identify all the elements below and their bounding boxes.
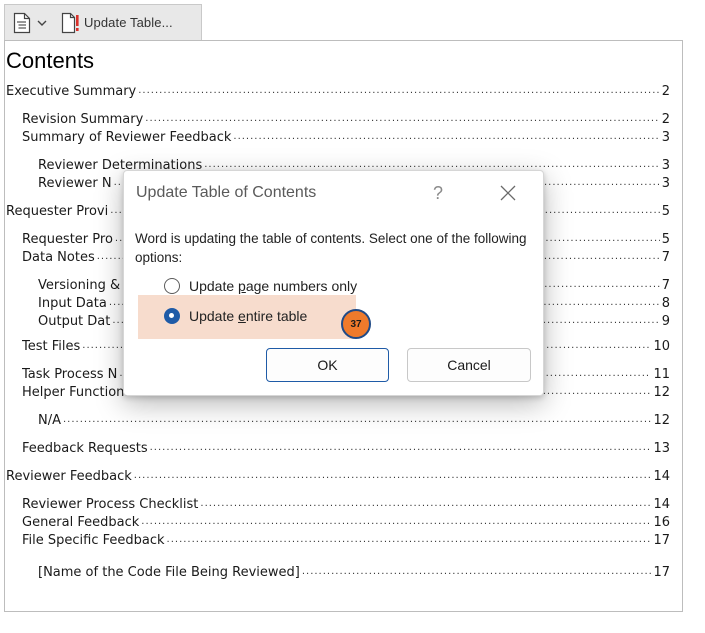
- toc-entry-text: [Name of the Code File Being Reviewed]: [38, 565, 300, 580]
- toc-entry-text: Executive Summary: [6, 84, 137, 99]
- toc-entry-page: 17: [653, 533, 670, 548]
- frame-edge: [682, 62, 687, 598]
- toc-leader-dots: ........................................…: [166, 535, 652, 545]
- toc-entry-page: 7: [661, 250, 670, 265]
- close-icon[interactable]: [496, 181, 520, 205]
- toc-leader-dots: ........................................…: [301, 567, 652, 577]
- toc-entry[interactable]: Reviewer Feedback.......................…: [6, 466, 670, 484]
- toc-leader-dots: ........................................…: [63, 415, 651, 425]
- toc-entry-page: 17: [653, 565, 670, 580]
- chevron-down-icon: [35, 16, 49, 30]
- toc-entry-text: Input Data: [38, 296, 107, 311]
- toc-entry-page: 12: [653, 413, 670, 428]
- toc-leader-dots: ........................................…: [133, 471, 652, 481]
- update-document-icon: [61, 12, 81, 34]
- update-table-button[interactable]: Update Table...: [61, 9, 173, 37]
- toc-entry-page: 10: [653, 339, 670, 354]
- toc-leader-dots: ........................................…: [141, 517, 652, 527]
- help-button[interactable]: ?: [433, 183, 443, 204]
- cancel-button[interactable]: Cancel: [407, 348, 531, 382]
- toc-entry-text: Helper Functions: [22, 385, 132, 400]
- toc-entry-text: Requester Provi: [6, 204, 109, 219]
- toc-entry[interactable]: Revision Summary........................…: [22, 109, 670, 127]
- toc-entry-text: Requester Pro: [22, 232, 113, 247]
- toc-entry-text: Data Notes: [22, 250, 95, 265]
- toc-entry-text: Reviewer N: [38, 176, 112, 191]
- toc-entry[interactable]: Reviewer Process Checklist..............…: [22, 494, 670, 512]
- table-of-contents-icon: [13, 12, 31, 34]
- toc-entry[interactable]: Feedback Requests.......................…: [22, 438, 670, 456]
- radio-button-unselected[interactable]: [164, 278, 180, 294]
- toc-entry-text: Reviewer Feedback: [6, 469, 132, 484]
- toc-entry-page: 2: [661, 112, 670, 127]
- radio-button-selected[interactable]: [164, 308, 180, 324]
- toc-entry-text: Summary of Reviewer Feedback: [22, 130, 232, 145]
- toc-entry-page: 5: [661, 232, 670, 247]
- toc-entry-page: 5: [661, 204, 670, 219]
- toc-entry-text: Versioning &: [38, 278, 121, 293]
- toc-entry-text: Test Files: [22, 339, 81, 354]
- update-toc-dialog: Update Table of Contents ? Word is updat…: [123, 170, 544, 396]
- toc-leader-dots: ........................................…: [138, 86, 660, 96]
- toc-leader-dots: ........................................…: [233, 132, 660, 142]
- toc-entry-page: 9: [661, 314, 670, 329]
- toc-entry-page: 11: [653, 367, 670, 382]
- dialog-message: Word is updating the table of contents. …: [135, 231, 527, 265]
- toc-entry-page: 8: [661, 296, 670, 311]
- toc-entry-page: 3: [661, 130, 670, 145]
- toc-entry[interactable]: N/A.....................................…: [38, 410, 670, 428]
- toc-leader-dots: ........................................…: [145, 114, 660, 124]
- step-badge: 37: [341, 309, 371, 339]
- toc-entry-text: Task Process N: [22, 367, 118, 382]
- toc-entry[interactable]: General Feedback........................…: [22, 512, 670, 530]
- toc-entry-text: General Feedback: [22, 515, 140, 530]
- toc-entry-page: 13: [653, 441, 670, 456]
- toc-entry-page: 2: [661, 84, 670, 99]
- toc-leader-dots: ........................................…: [204, 160, 660, 170]
- toc-entry-page: 14: [653, 497, 670, 512]
- toc-menu-button[interactable]: [5, 9, 49, 37]
- option-entire-table-label: Update entire table: [189, 308, 308, 324]
- update-table-label: Update Table...: [84, 15, 173, 30]
- toc-entry-page: 14: [653, 469, 670, 484]
- toc-leader-dots: ........................................…: [200, 499, 652, 509]
- toc-entry-text: N/A: [38, 413, 61, 428]
- radio-update-entire-table[interactable]: Update entire table: [164, 308, 307, 324]
- toc-entry-text: Feedback Requests: [22, 441, 148, 456]
- toc-entry-page: 7: [661, 278, 670, 293]
- toc-entry-page: 3: [661, 158, 670, 173]
- toc-entry[interactable]: Executive Summary.......................…: [6, 81, 670, 99]
- toc-heading: Contents: [6, 48, 95, 73]
- ok-button[interactable]: OK: [266, 348, 389, 382]
- dialog-title: Update Table of Contents: [136, 184, 317, 201]
- toc-entry-page: 3: [661, 176, 670, 191]
- toc-entry-text: Reviewer Process Checklist: [22, 497, 199, 512]
- toc-entry-text: Output Dat: [38, 314, 111, 329]
- toc-entry-text: Revision Summary: [22, 112, 144, 127]
- toc-content-control-tab: Update Table...: [4, 4, 202, 40]
- toc-entry[interactable]: Summary of Reviewer Feedback............…: [22, 127, 670, 145]
- toc-entry-page: 12: [653, 385, 670, 400]
- toc-entry-text: File Specific Feedback: [22, 533, 165, 548]
- option-page-numbers-label: Update page numbers only: [189, 278, 358, 294]
- radio-update-page-numbers[interactable]: Update page numbers only: [164, 278, 357, 294]
- toc-entry[interactable]: File Specific Feedback..................…: [22, 530, 670, 548]
- toc-leader-dots: ........................................…: [149, 443, 652, 453]
- toc-entry[interactable]: [Name of the Code File Being Reviewed]..…: [38, 562, 670, 580]
- toc-entry-page: 16: [653, 515, 670, 530]
